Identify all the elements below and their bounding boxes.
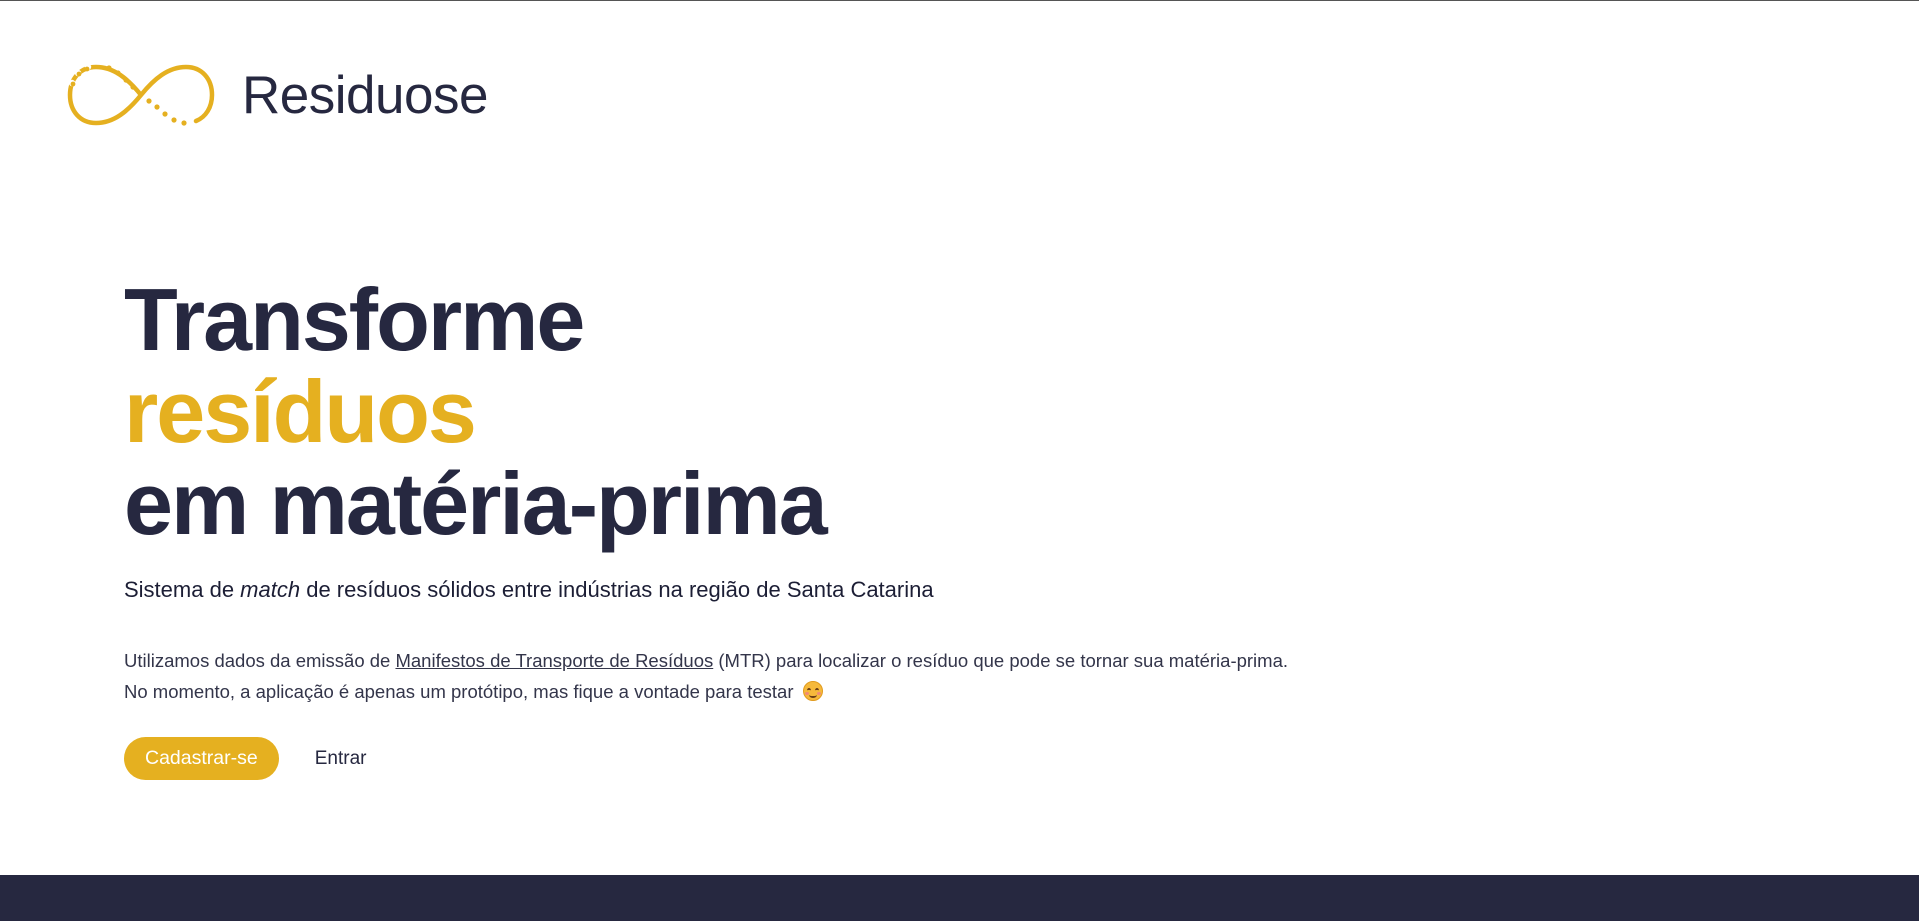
footer-band (0, 875, 1919, 921)
brand-name[interactable]: Residuose (242, 69, 488, 122)
login-button[interactable]: Entrar (315, 748, 367, 770)
description-prefix: Utilizamos dados da emissão de (124, 650, 396, 671)
header: Residuose (66, 59, 488, 131)
smiling-face-icon (802, 681, 823, 701)
description-line2-text: No momento, a aplicação é apenas um prot… (124, 681, 794, 702)
subtitle-emphasis: match (240, 577, 301, 602)
infinity-icon (67, 63, 215, 126)
subtitle-prefix: Sistema de (124, 577, 241, 602)
hero-description: Utilizamos dados da emissão de Manifesto… (124, 645, 1288, 707)
hero-title-line3: em matéria-prima (124, 454, 828, 553)
subtitle-suffix: de resíduos sólidos entre indústrias na … (300, 577, 934, 602)
description-line2: No momento, a aplicação é apenas um prot… (124, 676, 1288, 707)
hero-title-highlight: resíduos (124, 362, 477, 461)
hero-section: Transforme resíduos em matéria-prima Sis… (124, 274, 1288, 780)
description-line1: Utilizamos dados da emissão de Manifesto… (124, 645, 1288, 676)
hero-subtitle: Sistema de match de resíduos sólidos ent… (124, 575, 1288, 605)
hero-title: Transforme resíduos em matéria-prima (124, 274, 1288, 550)
hero-title-line1: Transforme (124, 270, 585, 369)
hero-actions: Cadastrar-se Entrar (124, 737, 1288, 780)
signup-button[interactable]: Cadastrar-se (124, 737, 279, 780)
description-suffix: (MTR) para localizar o resíduo que pode … (713, 650, 1289, 671)
mtr-link[interactable]: Manifestos de Transporte de Resíduos (395, 650, 713, 671)
